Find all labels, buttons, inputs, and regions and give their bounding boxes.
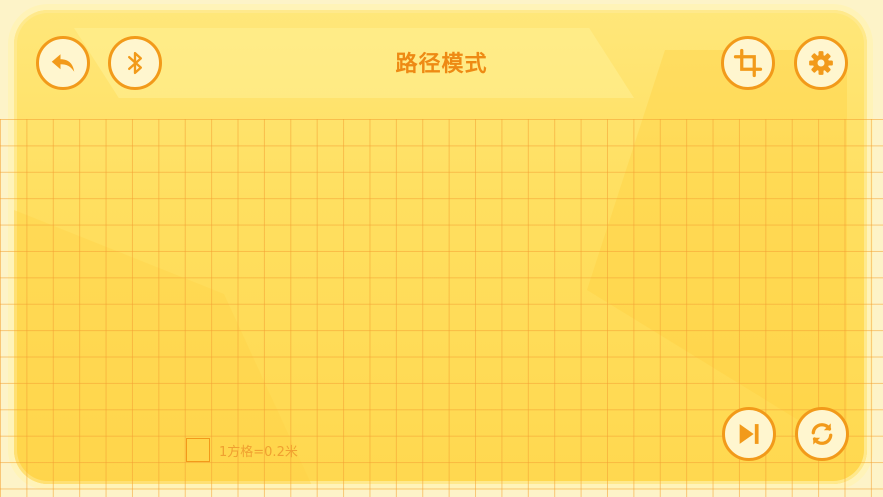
crop-button[interactable]	[721, 36, 775, 90]
gear-icon	[809, 51, 833, 75]
grid-scale-legend: 1方格=0.2米	[186, 438, 298, 462]
reset-path-button[interactable]	[795, 407, 849, 461]
bluetooth-button[interactable]	[108, 36, 162, 90]
refresh-icon	[811, 423, 833, 445]
scale-label: 1方格=0.2米	[219, 444, 298, 460]
back-button[interactable]	[36, 36, 90, 90]
settings-button[interactable]	[794, 36, 848, 90]
skip-next-icon	[739, 424, 759, 444]
bluetooth-icon	[127, 51, 142, 75]
grid-square-sample	[186, 438, 210, 462]
app-screen: 路径模式 1方格=0.2米	[0, 0, 883, 497]
run-path-button[interactable]	[722, 407, 776, 461]
back-arrow-icon	[51, 54, 75, 72]
crop-icon	[733, 48, 763, 78]
